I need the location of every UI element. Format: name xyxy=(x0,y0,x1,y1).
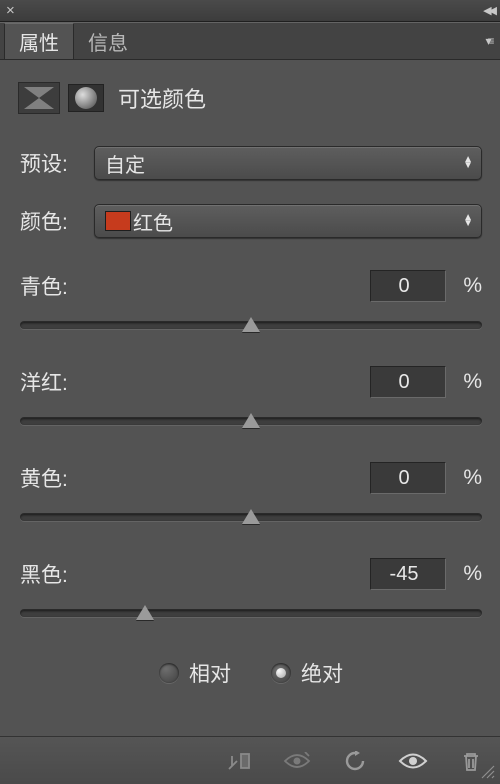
percent-label: % xyxy=(452,466,482,490)
clip-to-layer-icon[interactable] xyxy=(224,748,254,774)
slider-track[interactable] xyxy=(20,412,482,430)
slider-thumb[interactable] xyxy=(242,317,260,332)
mode-absolute-radio[interactable]: 绝对 xyxy=(271,658,343,688)
percent-label: % xyxy=(452,274,482,298)
slider-label: 黑色: xyxy=(20,559,370,589)
slider-value-input[interactable] xyxy=(370,558,446,590)
preset-label: 预设: xyxy=(20,148,82,178)
preset-dropdown[interactable]: 自定 ▲▼ xyxy=(94,146,482,180)
mode-relative-radio[interactable]: 相对 xyxy=(159,658,231,688)
slider-track[interactable] xyxy=(20,508,482,526)
slider-value-input[interactable] xyxy=(370,270,446,302)
tab-properties[interactable]: 属性 xyxy=(4,23,74,59)
slider-label: 洋红: xyxy=(20,367,370,397)
reset-icon[interactable] xyxy=(340,748,370,774)
color-dropdown[interactable]: 红色 ▲▼ xyxy=(94,204,482,238)
mask-thumb[interactable] xyxy=(68,84,104,112)
dropdown-arrows-icon: ▲▼ xyxy=(463,147,473,179)
tab-properties-label: 属性 xyxy=(19,27,59,56)
tab-info-label: 信息 xyxy=(88,27,128,56)
color-label: 颜色: xyxy=(20,206,82,236)
slider-value-input[interactable] xyxy=(370,366,446,398)
slider-track[interactable] xyxy=(20,604,482,622)
slider-thumb[interactable] xyxy=(242,413,260,428)
resize-handle-icon[interactable] xyxy=(480,764,498,782)
color-value: 红色 xyxy=(133,207,173,236)
percent-label: % xyxy=(452,562,482,586)
mode-relative-label: 相对 xyxy=(189,658,231,688)
slider-value-input[interactable] xyxy=(370,462,446,494)
dropdown-arrows-icon: ▲▼ xyxy=(463,205,473,237)
toggle-visibility-icon[interactable] xyxy=(398,748,428,774)
slider-thumb[interactable] xyxy=(136,605,154,620)
mode-absolute-label: 绝对 xyxy=(301,658,343,688)
slider-thumb[interactable] xyxy=(242,509,260,524)
panel-menu-icon[interactable]: ▾≡ xyxy=(476,23,500,59)
color-swatch xyxy=(105,211,131,231)
adjustment-type-icon[interactable] xyxy=(18,82,60,114)
slider-track[interactable] xyxy=(20,316,482,334)
percent-label: % xyxy=(452,370,482,394)
slider-label: 青色: xyxy=(20,271,370,301)
view-previous-icon[interactable] xyxy=(282,748,312,774)
radio-dot-icon xyxy=(159,663,179,683)
tab-info[interactable]: 信息 xyxy=(74,23,142,59)
collapse-icon[interactable]: ◀◀ xyxy=(483,4,494,17)
panel-title: 可选颜色 xyxy=(118,82,206,114)
slider-label: 黄色: xyxy=(20,463,370,493)
close-icon[interactable]: × xyxy=(6,2,15,19)
radio-dot-icon xyxy=(271,663,291,683)
preset-value: 自定 xyxy=(105,149,145,178)
